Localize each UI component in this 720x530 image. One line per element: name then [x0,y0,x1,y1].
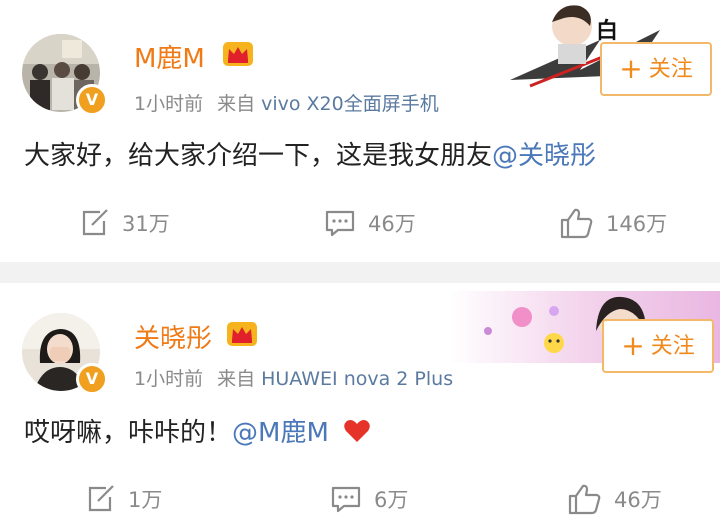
repost-count: 1万 [128,488,163,512]
post-time: 1小时前 [134,93,204,115]
mention-link[interactable]: @M鹿M [232,418,329,448]
repost-button[interactable]: 1万 [86,479,162,519]
repost-button[interactable]: 31万 [80,203,170,243]
follow-label: 关注 [648,57,693,82]
repost-count: 31万 [122,212,170,236]
action-bar: 31万 46万 146万 [0,203,720,243]
follow-button[interactable]: + 关注 [602,319,714,373]
source-prefix: 来自 [217,93,256,115]
repost-icon [82,209,108,236]
post-body: 哎呀嘛，咔咔的！ [24,418,233,448]
repost-icon [88,485,114,512]
comment-count: 6万 [374,488,409,512]
post-card-1: V M鹿M 1小时前 来自 vivo X20全面屏手机 白 + 关注 大家好，给大家介… [0,0,720,262]
mention-link[interactable]: @关晓彤 [492,141,596,171]
post-meta: 1小时前 来自 vivo X20全面屏手机 [134,89,439,116]
follow-label: 关注 [650,334,695,359]
post-card-2: V 关晓彤 1小时前 来自 HUAWEI nova 2 Plus + 关注 哎呀… [0,283,720,530]
comment-icon [325,210,355,237]
plus-icon: + [621,329,645,362]
verified-icon: V [76,84,108,116]
follow-button[interactable]: + 关注 [600,42,712,96]
crown-icon [227,322,257,346]
like-count: 46万 [614,488,662,512]
comment-count: 46万 [368,212,416,236]
comment-button[interactable]: 46万 [324,203,416,243]
comment-button[interactable]: 6万 [330,479,408,519]
comment-icon [331,486,361,513]
heart-emoji-icon [344,420,370,442]
post-body: 大家好，给大家介绍一下，这是我女朋友 [24,141,493,171]
post-meta: 1小时前 来自 HUAWEI nova 2 Plus [134,364,453,391]
username[interactable]: M鹿M [134,38,205,75]
like-icon [568,484,601,515]
plus-icon: + [619,52,643,85]
crown-icon [223,42,253,66]
post-text: 哎呀嘛，咔咔的！@M鹿M [24,412,371,449]
source-prefix: 来自 [217,368,256,390]
username[interactable]: 关晓彤 [134,318,212,355]
like-count: 146万 [606,212,668,236]
post-time: 1小时前 [134,368,204,390]
verified-icon: V [76,363,108,395]
action-bar: 1万 6万 46万 [0,479,720,519]
like-button[interactable]: 46万 [568,479,662,519]
svg-text:白: 白 [596,18,618,44]
post-text: 大家好，给大家介绍一下，这是我女朋友@关晓彤 [24,135,596,172]
like-button[interactable]: 146万 [560,203,667,243]
device-source[interactable]: vivo X20全面屏手机 [261,93,439,115]
like-icon [560,208,593,239]
device-source[interactable]: HUAWEI nova 2 Plus [261,368,453,390]
